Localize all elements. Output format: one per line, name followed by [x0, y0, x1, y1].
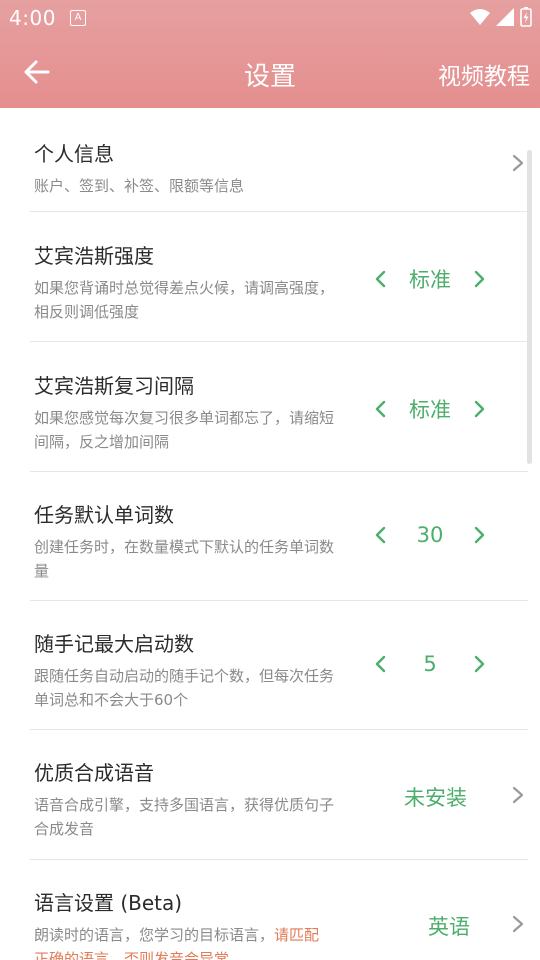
setting-desc: 语音合成引擎，支持多国语言，获得优质句子合成发音 — [34, 796, 335, 838]
chevron-right-icon — [512, 915, 524, 933]
chevron-right-icon — [512, 786, 524, 804]
status-time: 4:00 — [9, 6, 56, 30]
setting-title: 随手记最大启动数 — [34, 632, 194, 656]
app-bar: 设置 视频教程 — [0, 36, 540, 108]
setting-desc: 如果您背诵时总觉得差点火候，请调高强度，相反则调低强度 — [34, 279, 335, 321]
setting-title: 个人信息 — [34, 142, 114, 166]
tts-status-value: 未安装 — [404, 786, 467, 810]
wifi-icon — [470, 9, 490, 25]
memo-count-stepper: 5 — [372, 652, 488, 676]
chevron-right-icon — [512, 154, 524, 172]
setting-item-ebbinghaus-strength: 艾宾浩斯强度 如果您背诵时总觉得差点火候，请调高强度，相反则调低强度 标准 — [30, 212, 528, 342]
increase-button[interactable] — [470, 526, 488, 544]
video-tutorial-button[interactable]: 视频教程 — [438, 57, 530, 91]
battery-icon — [520, 7, 532, 27]
status-icons — [470, 7, 532, 27]
strength-stepper: 标准 — [372, 264, 488, 294]
word-count-stepper: 30 — [372, 523, 488, 547]
stepper-value: 标准 — [409, 268, 451, 292]
scrollbar[interactable] — [527, 150, 532, 464]
setting-title: 优质合成语音 — [34, 761, 154, 785]
setting-desc: 创建任务时，在数量模式下默认的任务单词数量 — [34, 538, 335, 580]
setting-title: 艾宾浩斯强度 — [34, 244, 154, 268]
language-value: 英语 — [428, 915, 470, 939]
interval-stepper: 标准 — [372, 394, 488, 424]
setting-desc: 跟随任务自动启动的随手记个数，但每次任务单词总和不会大于60个 — [34, 667, 335, 709]
setting-item-language[interactable]: 语言设置 (Beta) 朗读时的语言，您学习的目标语言，请匹配正确的语言，否则发… — [30, 860, 528, 960]
decrease-button[interactable] — [372, 655, 390, 673]
setting-title: 任务默认单词数 — [34, 503, 174, 527]
setting-item-tts-engine[interactable]: 优质合成语音 语音合成引擎，支持多国语言，获得优质句子合成发音 未安装 — [30, 730, 528, 860]
setting-title: 语言设置 (Beta) — [34, 891, 183, 915]
setting-item-profile[interactable]: 个人信息 账户、签到、补签、限额等信息 — [30, 108, 528, 212]
stepper-value: 标准 — [409, 398, 451, 422]
setting-desc: 朗读时的语言，您学习的目标语言，请匹配正确的语言，否则发音会异常 — [34, 923, 334, 960]
setting-desc-plain: 朗读时的语言，您学习的目标语言， — [34, 926, 275, 944]
increase-button[interactable] — [470, 270, 488, 288]
decrease-button[interactable] — [372, 400, 390, 418]
setting-desc: 如果您感觉每次复习很多单词都忘了，请缩短间隔，反之增加间隔 — [34, 409, 335, 451]
increase-button[interactable] — [470, 400, 488, 418]
setting-item-memo-max-start: 随手记最大启动数 跟随任务自动启动的随手记个数，但每次任务单词总和不会大于60个… — [30, 601, 528, 730]
header: 4:00 A 设置 视频教程 — [0, 0, 540, 108]
decrease-button[interactable] — [372, 526, 390, 544]
setting-item-default-word-count: 任务默认单词数 创建任务时，在数量模式下默认的任务单词数量 30 — [30, 472, 528, 601]
settings-list[interactable]: 个人信息 账户、签到、补签、限额等信息 艾宾浩斯强度 如果您背诵时总觉得差点火候… — [0, 108, 540, 960]
stepper-value: 30 — [416, 523, 444, 547]
status-bar: 4:00 A — [0, 0, 540, 36]
decrease-button[interactable] — [372, 270, 390, 288]
setting-desc: 账户、签到、补签、限额等信息 — [34, 177, 245, 195]
stepper-value: 5 — [423, 652, 437, 676]
increase-button[interactable] — [470, 655, 488, 673]
setting-title: 艾宾浩斯复习间隔 — [34, 374, 194, 398]
notification-icon: A — [70, 10, 86, 26]
setting-item-review-interval: 艾宾浩斯复习间隔 如果您感觉每次复习很多单词都忘了，请缩短间隔，反之增加间隔 标… — [30, 342, 528, 472]
signal-icon — [496, 8, 514, 26]
